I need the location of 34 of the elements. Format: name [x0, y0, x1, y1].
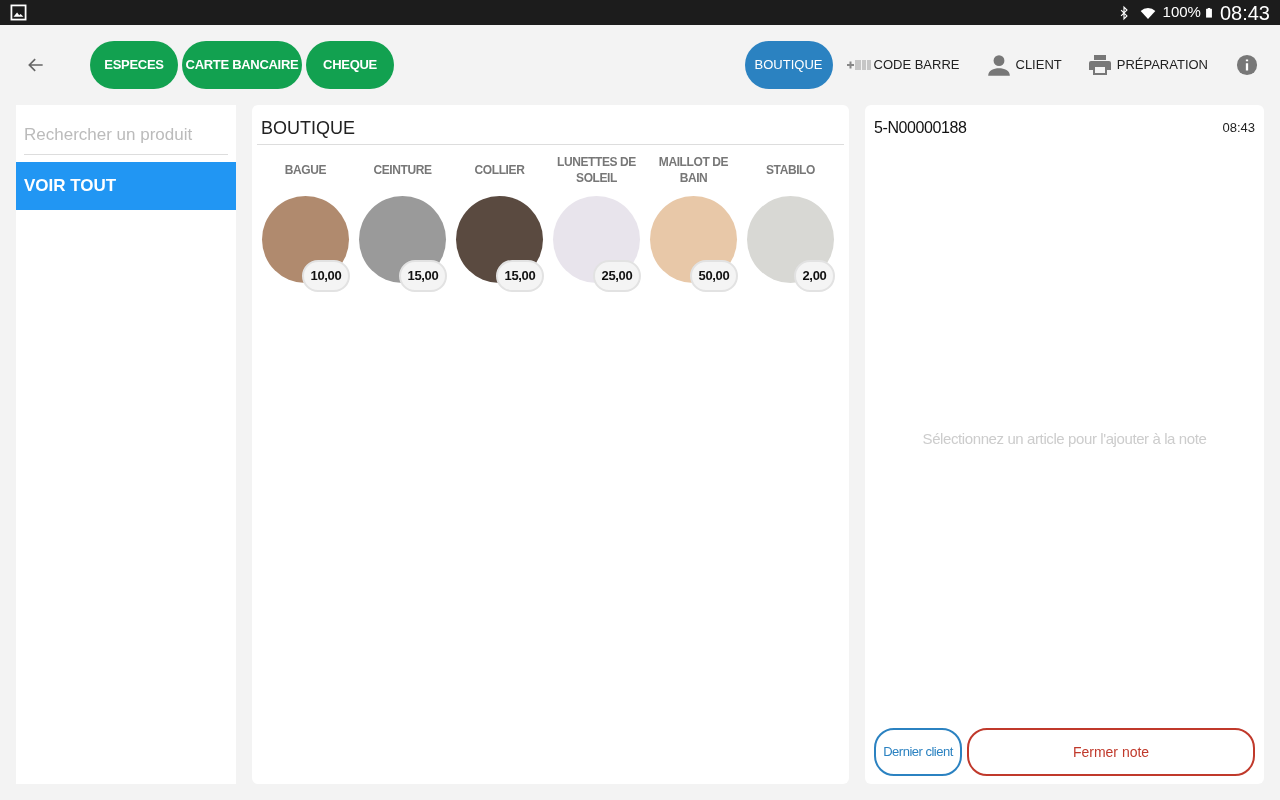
payment-button[interactable]: CARTE BANCAIRE: [182, 41, 302, 89]
last-client-button[interactable]: Dernier client: [874, 728, 962, 776]
product-name: BAGUE: [283, 162, 328, 179]
barcode-icon: [846, 58, 871, 72]
price-badge: 15,00: [399, 260, 447, 292]
product-name: CEINTURE: [372, 162, 433, 179]
product-name: STABILO: [765, 162, 816, 179]
barcode-button[interactable]: CODE BARRE: [846, 55, 960, 75]
payment-button[interactable]: CHEQUE: [306, 41, 394, 89]
price-badge: 25,00: [593, 260, 641, 292]
printer-icon: [1087, 53, 1112, 77]
info-button[interactable]: [1236, 54, 1258, 76]
price-badge: 15,00: [496, 260, 544, 292]
price-badge: 2,00: [794, 260, 835, 292]
client-button[interactable]: CLIENT: [985, 52, 1062, 78]
price-badge: 10,00: [302, 260, 350, 292]
battery-level: 100%: [1162, 2, 1201, 23]
product-name: MAILLOT DE BAIN: [657, 154, 730, 187]
gallery-icon: [10, 4, 27, 21]
payment-button[interactable]: ESPECES: [90, 41, 178, 89]
shop-button[interactable]: BOUTIQUE: [744, 41, 833, 89]
price-badge: 50,00: [690, 260, 738, 292]
product-name: COLLIER: [473, 162, 526, 179]
product-name: LUNETTES DE SOLEIL: [556, 154, 637, 187]
search-field[interactable]: Rechercher un produit: [24, 115, 228, 155]
category-item[interactable]: VOIR TOUT: [16, 162, 236, 210]
preparation-button[interactable]: PRÉPARATION: [1087, 53, 1208, 77]
info-icon: [1236, 54, 1258, 76]
clock: 08:43: [1219, 0, 1270, 26]
catalog-title: BOUTIQUE: [257, 105, 844, 145]
note-time: 08:43: [1222, 119, 1255, 138]
close-note-button[interactable]: Fermer note: [967, 728, 1255, 776]
person-icon: [985, 52, 1012, 78]
note-number: 5-N00000188: [874, 118, 967, 138]
